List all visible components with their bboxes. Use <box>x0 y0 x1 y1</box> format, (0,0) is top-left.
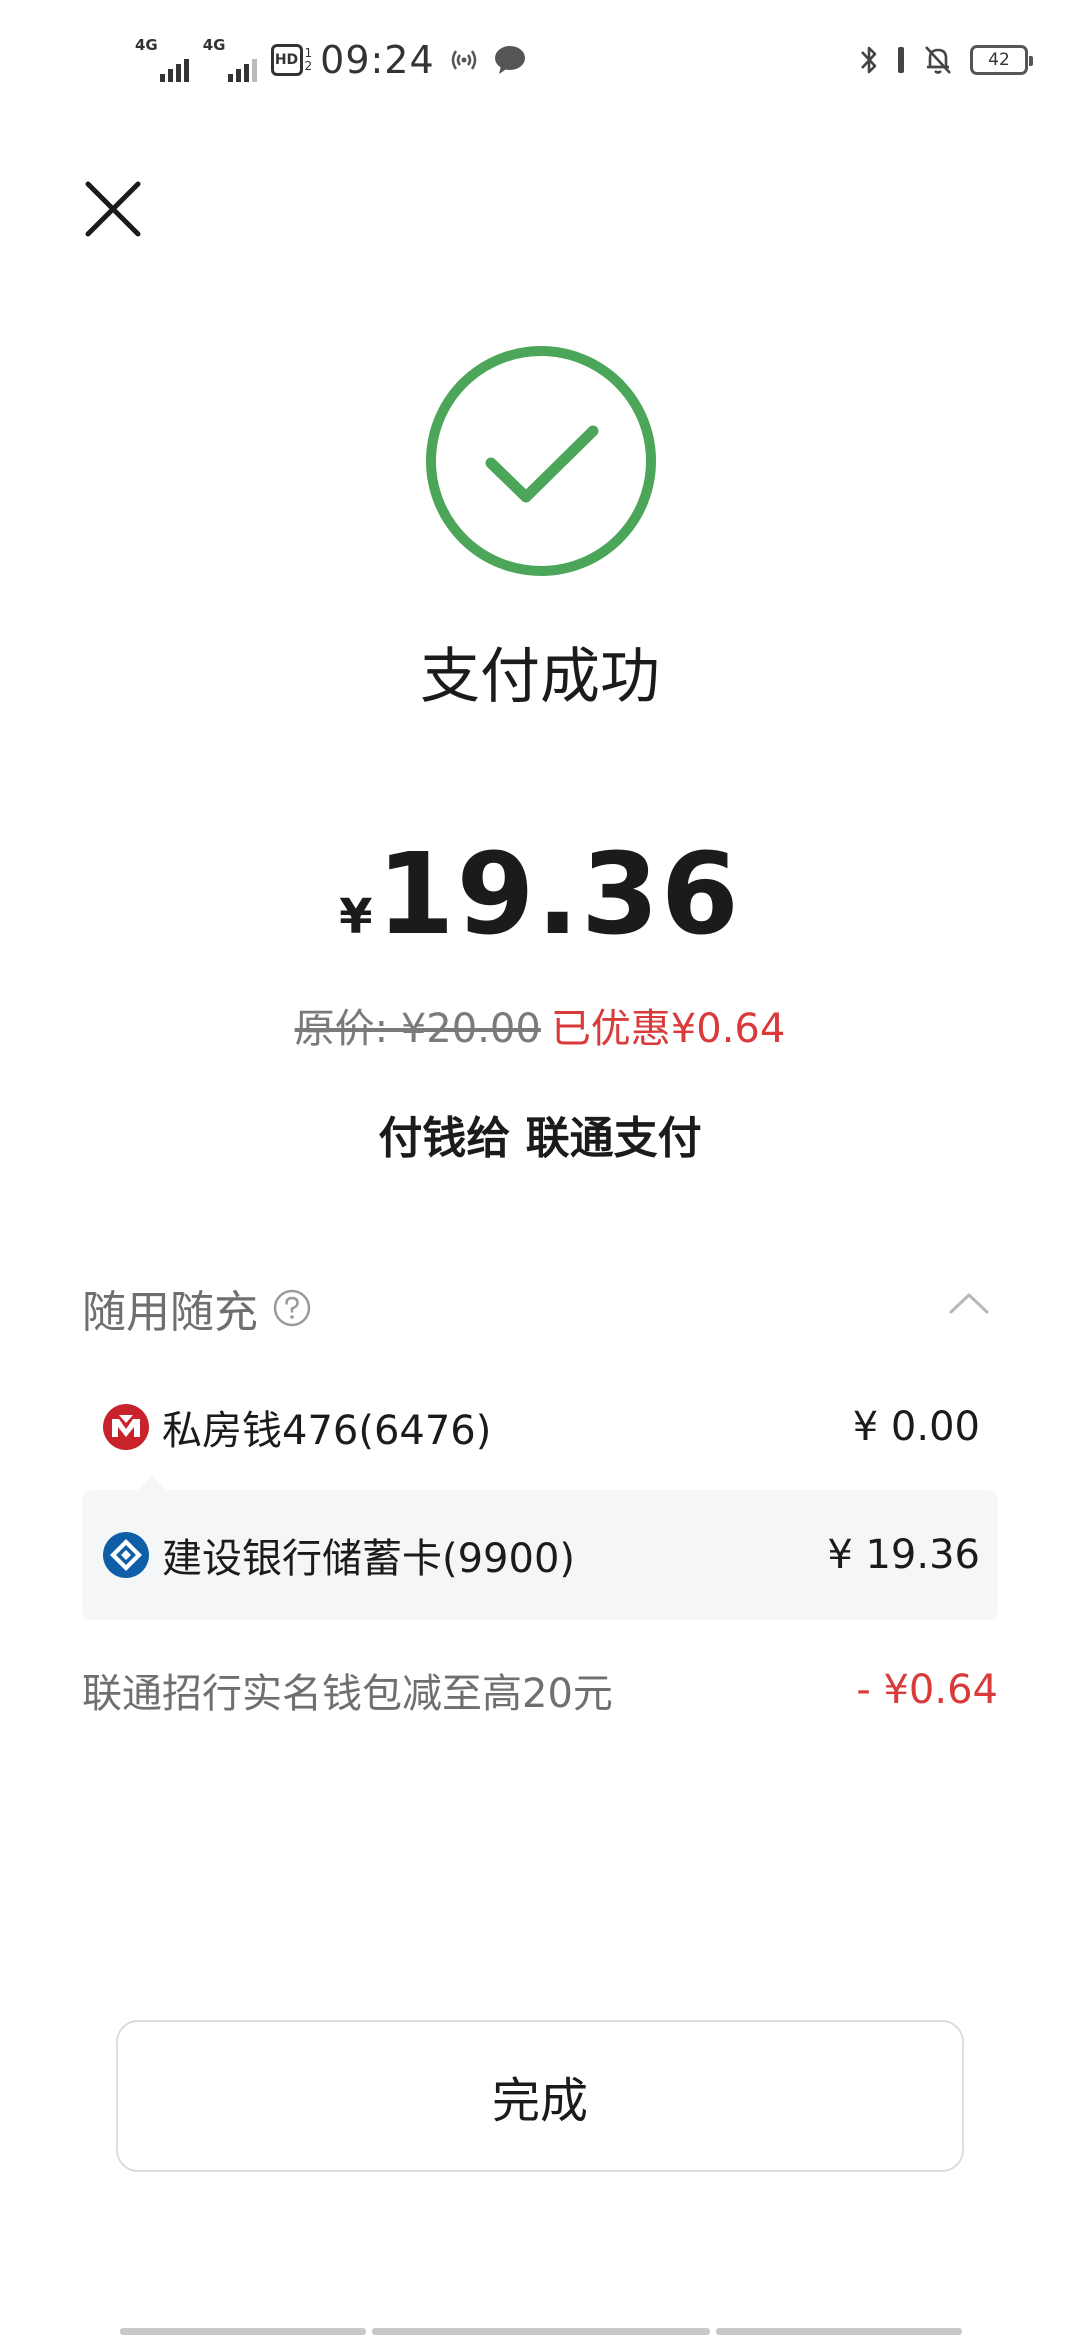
success-check-icon <box>426 346 656 576</box>
done-button[interactable]: 完成 <box>116 2020 964 2172</box>
payee: 付钱给 联通支付 <box>378 1113 702 1164</box>
success-title: 支付成功 <box>420 642 660 712</box>
status-right: 42 <box>858 38 1033 82</box>
hotspot-icon <box>451 50 476 70</box>
bluetooth-icon <box>861 46 877 74</box>
sim1-label: 4G <box>135 36 158 54</box>
section-title: 随用随充 <box>82 1287 258 1338</box>
price-detail: 原价: ¥20.00 已优惠¥0.64 <box>0 996 1080 1054</box>
promotion-label: 联通招行实名钱包减至高20元 <box>82 1671 613 1717</box>
close-icon[interactable] <box>82 178 144 240</box>
payment-method-label: 私房钱476(6476) <box>162 1408 492 1454</box>
nav-bar-segment <box>372 2328 710 2335</box>
battery-level: 42 <box>988 50 1010 70</box>
hd-icon: HD 12 <box>270 44 313 76</box>
status-bar: 4G 4G HD 12 09:24 42 <box>0 0 1080 120</box>
sim2-label: 4G <box>202 36 226 54</box>
battery-icon: 42 <box>970 45 1033 75</box>
promotion-amount: - ¥0.64 <box>856 1667 998 1713</box>
payment-method-label: 建设银行储蓄卡(9900) <box>162 1536 576 1582</box>
chevron-up-icon[interactable] <box>948 1290 990 1316</box>
payment-method-amount: ¥ 19.36 <box>827 1532 980 1578</box>
ccb-bank-icon <box>103 1532 149 1578</box>
hd-label: HD <box>270 44 303 76</box>
sim1-signal-icon: 4G <box>135 38 189 82</box>
hd-sub-label: 12 <box>304 46 313 73</box>
status-time: 09:24 <box>320 38 435 82</box>
payment-method-row: 私房钱476(6476) ¥ 0.00 <box>82 1362 998 1492</box>
nav-bar-segment <box>120 2328 366 2335</box>
paid-amount: ¥19.36 <box>0 830 1080 960</box>
nav-bar-segment <box>716 2328 962 2335</box>
chat-icon <box>494 46 525 74</box>
cmb-bank-icon <box>103 1404 149 1450</box>
amount-value: 19.36 <box>376 830 741 960</box>
help-icon[interactable] <box>272 1288 312 1328</box>
payment-section-header[interactable]: 随用随充 <box>82 1278 312 1338</box>
currency-symbol: ¥ <box>339 889 373 945</box>
bell-off-icon <box>925 46 951 74</box>
status-left: 4G 4G HD 12 09:24 <box>135 34 527 86</box>
promotion-row: 联通招行实名钱包减至高20元 - ¥0.64 <box>82 1660 998 1720</box>
payment-method-row: 建设银行储蓄卡(9900) ¥ 19.36 <box>82 1490 998 1620</box>
discount-text: 已优惠¥0.64 <box>550 1006 786 1052</box>
sim2-signal-icon: 4G <box>203 38 257 82</box>
vibrate-icon <box>898 47 904 73</box>
payment-method-amount: ¥ 0.00 <box>852 1404 980 1450</box>
original-price: 原价: ¥20.00 <box>294 1006 541 1052</box>
